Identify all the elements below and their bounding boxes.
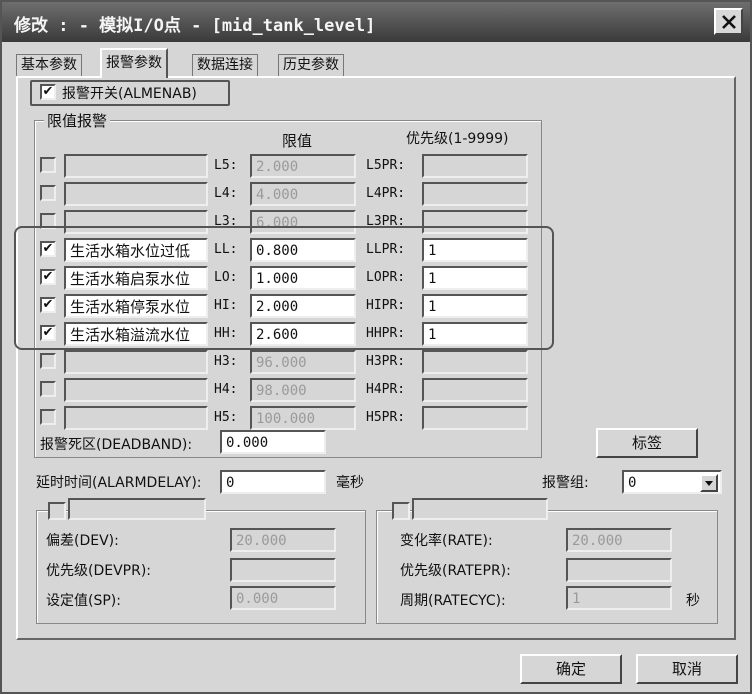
- limit-row-priority-code-label: L5PR:: [366, 158, 406, 173]
- limit-row-priority-field[interactable]: [422, 182, 528, 206]
- alarm-delay-unit: 毫秒: [336, 475, 364, 491]
- deadband-label: 报警死区(DEADBAND):: [40, 437, 193, 453]
- limit-row-value-field[interactable]: 98.000: [250, 378, 356, 402]
- limit-row-priority-field[interactable]: [422, 378, 528, 402]
- ratepr-field[interactable]: [566, 558, 672, 582]
- limit-row-priority-field[interactable]: [422, 154, 528, 178]
- limit-row-description-field[interactable]: [64, 406, 208, 430]
- alarm-switch-label: 报警开关(ALMENAB): [62, 86, 197, 102]
- limit-row-description-field[interactable]: [64, 154, 208, 178]
- ratepr-label: 优先级(RATEPR):: [400, 563, 511, 579]
- limit-row-checkbox[interactable]: [40, 381, 56, 397]
- alarm-switch-checkbox[interactable]: ✔: [40, 84, 56, 100]
- dev-field[interactable]: 20.000: [230, 528, 336, 552]
- limit-row-checkbox[interactable]: [40, 185, 56, 201]
- tab-basic-params[interactable]: 基本参数: [16, 54, 82, 76]
- limit-row-priority-code-label: L4PR:: [366, 186, 406, 201]
- alarm-delay-field[interactable]: 0: [220, 470, 326, 494]
- dev-label: 偏差(DEV):: [46, 533, 119, 549]
- sp-label: 设定值(SP):: [46, 593, 121, 609]
- ok-button[interactable]: 确定: [520, 654, 622, 684]
- close-icon: [721, 14, 736, 29]
- limit-row-priority-code-label: H4PR:: [366, 382, 406, 397]
- limit-row-checkbox[interactable]: [40, 409, 56, 425]
- rate-field[interactable]: 20.000: [566, 528, 672, 552]
- alarm-delay-label: 延时时间(ALARMDELAY):: [36, 475, 202, 491]
- close-button[interactable]: [714, 8, 743, 35]
- limit-row-code-label: H5:: [214, 410, 238, 425]
- window-title: 修改 : - 模拟I/O点 - [mid_tank_level]: [14, 16, 376, 36]
- dialog-window: 修改 : - 模拟I/O点 - [mid_tank_level] 基本参数 报警…: [0, 0, 752, 694]
- tab-history-params[interactable]: 历史参数: [278, 54, 344, 76]
- limit-row-code-label: H4:: [214, 382, 238, 397]
- limit-row-priority-field[interactable]: [422, 406, 528, 430]
- limit-row-code-label: L4:: [214, 186, 238, 201]
- limit-row-description-field[interactable]: [64, 378, 208, 402]
- devpr-field[interactable]: [230, 558, 336, 582]
- deadband-field[interactable]: 0.000: [220, 430, 326, 454]
- rate-label: 变化率(RATE):: [400, 533, 493, 549]
- limit-row-checkbox[interactable]: [40, 157, 56, 173]
- limit-row-priority-field[interactable]: [422, 350, 528, 374]
- limit-row-checkbox[interactable]: [40, 353, 56, 369]
- limit-row-description-field[interactable]: [64, 182, 208, 206]
- limit-row-value-field[interactable]: 2.000: [250, 154, 356, 178]
- sp-field[interactable]: 0.000: [230, 586, 336, 610]
- ratecyc-unit: 秒: [686, 593, 700, 609]
- limit-alarm-group-title: 限值报警: [44, 110, 111, 131]
- limit-row-value-field[interactable]: 96.000: [250, 350, 356, 374]
- rate-desc-field[interactable]: [412, 498, 548, 520]
- title-bar[interactable]: 修改 : - 模拟I/O点 - [mid_tank_level]: [2, 2, 750, 42]
- rate-enable-checkbox[interactable]: [392, 502, 410, 520]
- tag-button[interactable]: 标签: [596, 428, 698, 458]
- limit-row-priority-code-label: H5PR:: [366, 410, 406, 425]
- cancel-button[interactable]: 取消: [636, 654, 738, 684]
- devpr-label: 优先级(DEVPR):: [46, 563, 152, 579]
- limit-row-code-label: H3:: [214, 354, 238, 369]
- limit-row-description-field[interactable]: [64, 350, 208, 374]
- alarm-group-label: 报警组:: [542, 475, 589, 491]
- limit-row-priority-code-label: H3PR:: [366, 354, 406, 369]
- tab-data-connection[interactable]: 数据连接: [192, 54, 258, 76]
- chevron-down-icon: [705, 481, 713, 486]
- tab-alarm-params[interactable]: 报警参数: [100, 48, 168, 78]
- limit-column-header: 限值: [282, 132, 313, 150]
- ratecyc-field[interactable]: 1: [566, 586, 672, 610]
- ratecyc-label: 周期(RATECYC):: [400, 593, 506, 609]
- limit-row-value-field[interactable]: 100.000: [250, 406, 356, 430]
- enabled-rows-highlight: [14, 226, 554, 350]
- limit-row-code-label: L5:: [214, 158, 238, 173]
- limit-row-value-field[interactable]: 4.000: [250, 182, 356, 206]
- alarm-group-value: 0: [628, 475, 637, 491]
- deviation-desc-field[interactable]: [68, 498, 206, 520]
- alarm-group-dropdown-button[interactable]: [700, 474, 718, 492]
- deviation-enable-checkbox[interactable]: [48, 502, 66, 520]
- priority-column-header: 优先级(1-9999): [406, 131, 509, 147]
- alarm-params-panel: ✔ 报警开关(ALMENAB) 限值报警 限值 优先级(1-9999) L5: 2…: [14, 76, 736, 640]
